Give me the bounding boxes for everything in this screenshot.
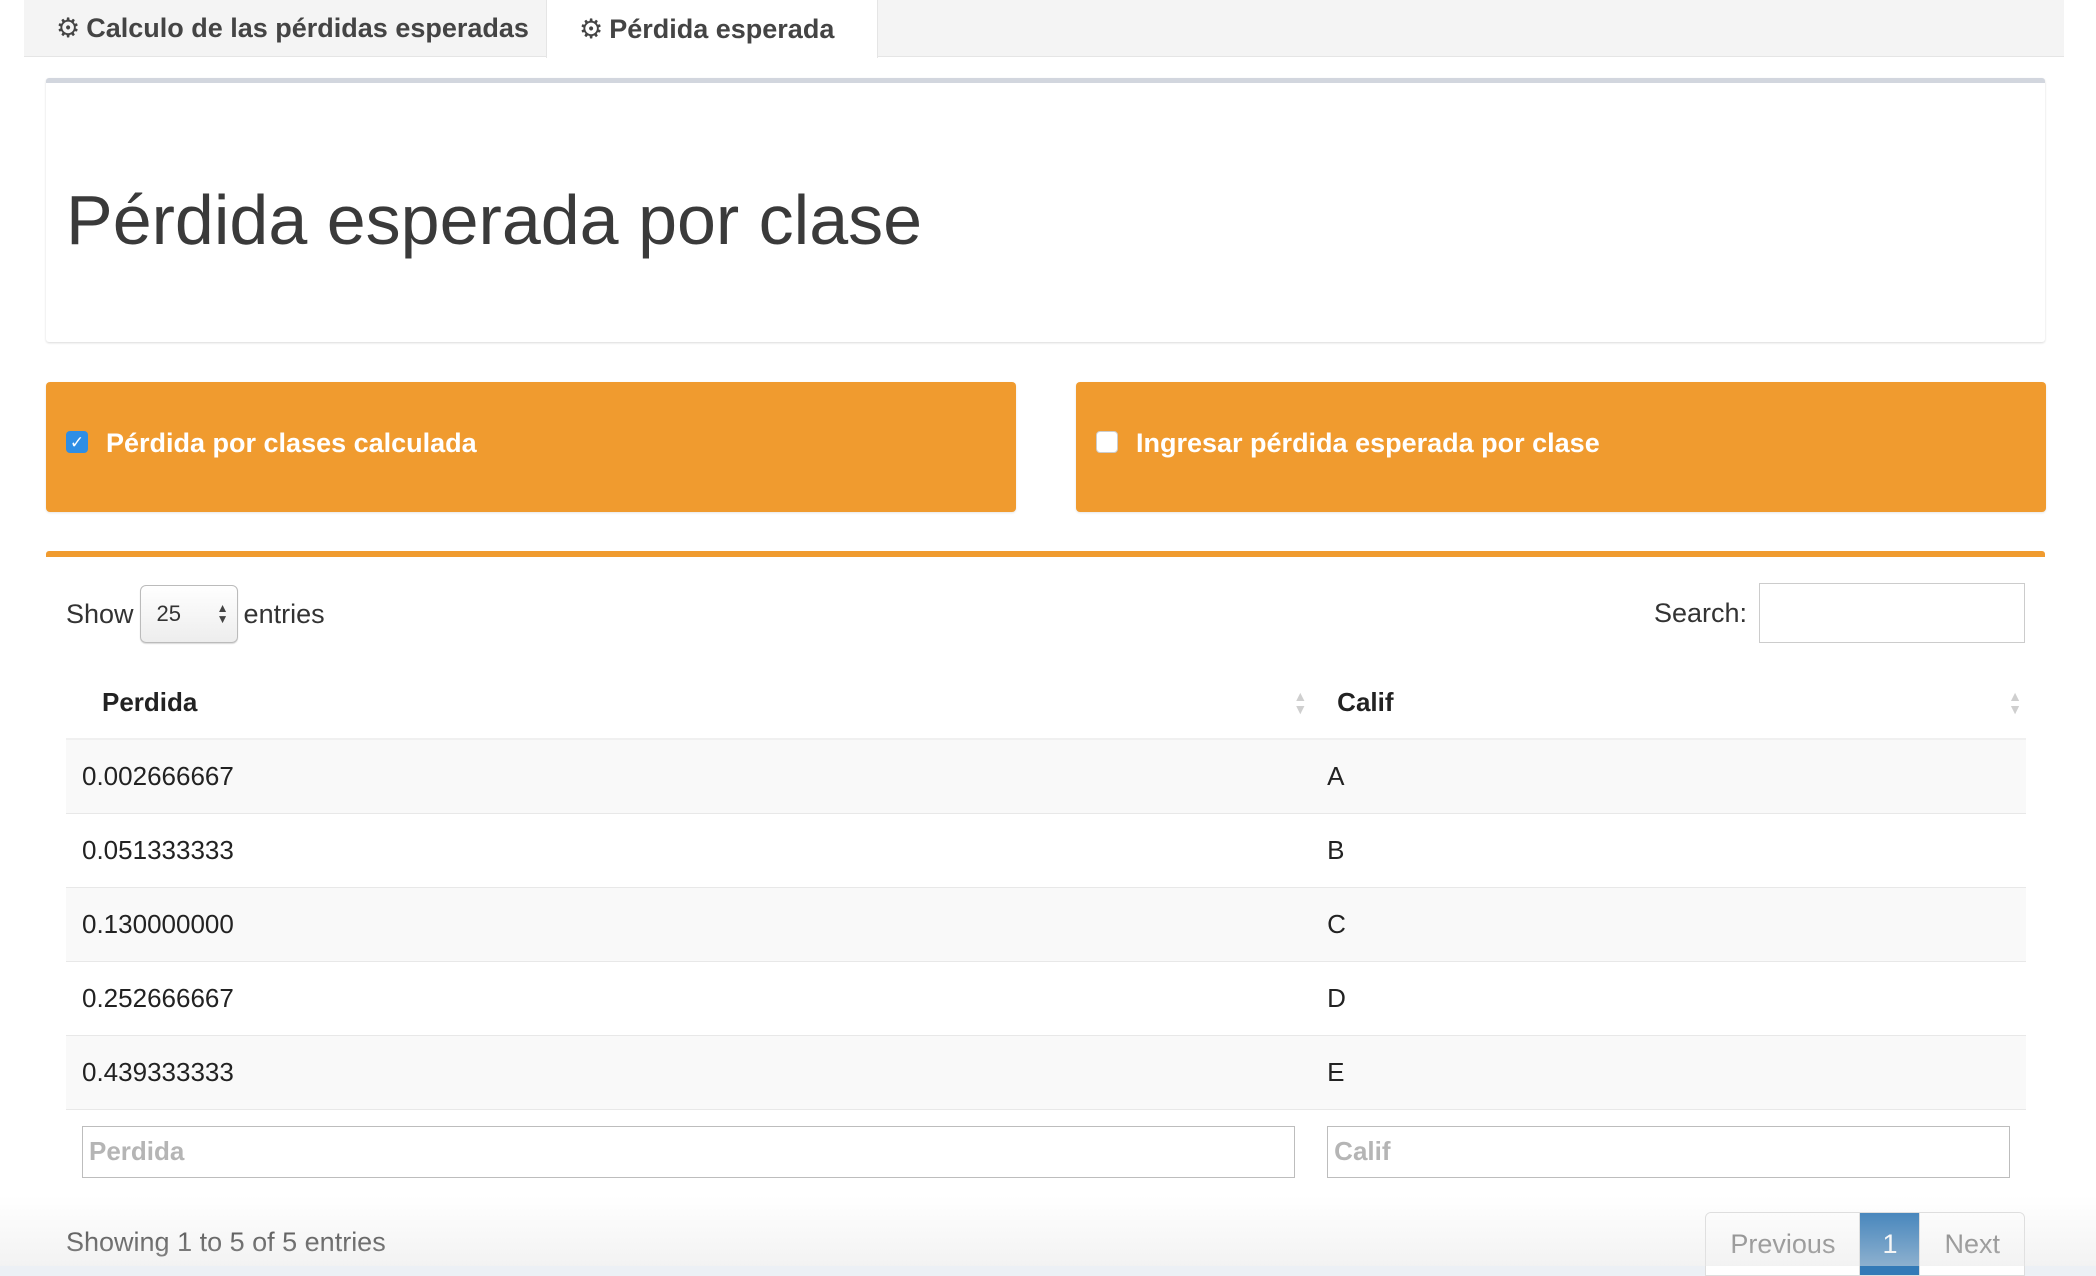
cell-calif: C xyxy=(1311,886,2026,961)
select-arrows-icon: ▲ ▼ xyxy=(216,601,229,626)
table-box: Show 25 ▲ ▼ entries Search: Perdida ▲ ▼ Ca… xyxy=(46,551,2045,1276)
option-calculated-label[interactable]: Pérdida por clases calculada xyxy=(106,428,477,459)
option-calculated-box: ✓ Pérdida por clases calculada xyxy=(46,382,1016,512)
page: ⚙ Calculo de las pérdidas esperadas ⚙ Pé… xyxy=(0,0,2096,1276)
table-row: 0.051333333 B xyxy=(66,812,2026,887)
filter-cell: Perdida xyxy=(66,1108,1312,1181)
cell-perdida: 0.439333333 xyxy=(66,1034,1312,1109)
sort-icon: ▲ ▼ xyxy=(1293,687,1308,717)
cell-calif: B xyxy=(1311,812,2026,887)
tab-calculo[interactable]: ⚙ Calculo de las pérdidas esperadas xyxy=(24,0,546,57)
search-input[interactable] xyxy=(1759,583,2025,643)
cell-perdida: 0.002666667 xyxy=(66,738,1312,813)
table-header-row: Perdida ▲ ▼ Calif ▲ ▼ xyxy=(66,667,2026,740)
cell-calif: A xyxy=(1311,738,2026,813)
page-length-value: 25 xyxy=(156,601,182,626)
tab-bar: ⚙ Calculo de las pérdidas esperadas ⚙ Pé… xyxy=(24,0,2064,58)
column-header-calif[interactable]: Calif ▲ ▼ xyxy=(1311,667,2026,740)
filter-input-perdida[interactable]: Perdida xyxy=(82,1125,1296,1178)
checkbox-manual[interactable] xyxy=(1096,431,1118,453)
show-label: Show xyxy=(66,598,134,629)
page-length-select[interactable]: 25 ▲ ▼ xyxy=(139,585,238,643)
cell-perdida: 0.130000000 xyxy=(66,886,1312,961)
tab-label: Pérdida esperada xyxy=(609,13,835,44)
column-header-label: Calif xyxy=(1337,687,1394,717)
gear-icon: ⚙ xyxy=(579,13,604,44)
tab-perdida-esperada[interactable]: ⚙ Pérdida esperada xyxy=(546,0,878,58)
column-header-perdida[interactable]: Perdida ▲ ▼ xyxy=(66,667,1312,740)
option-manual-label[interactable]: Ingresar pérdida esperada por clase xyxy=(1136,428,1600,459)
filter-cell: Calif xyxy=(1311,1108,2026,1181)
table-row: 0.130000000 C xyxy=(66,886,2026,961)
table-row: 0.252666667 D xyxy=(66,960,2026,1035)
filter-row: Perdida Calif xyxy=(66,1108,2026,1181)
cell-calif: D xyxy=(1311,960,2026,1035)
entries-label: entries xyxy=(243,598,325,629)
cell-perdida: 0.252666667 xyxy=(66,960,1312,1035)
option-manual-box: Ingresar pérdida esperada por clase xyxy=(1076,382,2046,512)
header-box: Pérdida esperada por clase xyxy=(46,78,2045,342)
table-row: 0.439333333 E xyxy=(66,1034,2026,1109)
filter-input-calif[interactable]: Calif xyxy=(1327,1125,2010,1178)
page-title: Pérdida esperada por clase xyxy=(66,181,923,259)
page-length-control: Show 25 ▲ ▼ entries xyxy=(66,585,325,643)
tab-label: Calculo de las pérdidas esperadas xyxy=(86,13,529,43)
search-label: Search: xyxy=(1653,597,1747,628)
pagination: Previous 1 Next xyxy=(1705,1212,2025,1276)
cell-perdida: 0.051333333 xyxy=(66,812,1312,887)
table-row: 0.002666667 A xyxy=(66,738,2026,813)
column-header-label: Perdida xyxy=(102,687,198,717)
cell-calif: E xyxy=(1311,1034,2026,1109)
data-table: Perdida ▲ ▼ Calif ▲ ▼ 0.002666667 A 0.0513… xyxy=(66,667,2026,1181)
search-control: Search: xyxy=(1654,583,2025,643)
gear-icon: ⚙ xyxy=(56,13,81,43)
checkbox-calculated[interactable]: ✓ xyxy=(66,431,88,453)
sort-icon: ▲ ▼ xyxy=(2008,687,2022,717)
table-info: Showing 1 to 5 of 5 entries xyxy=(66,1227,386,1257)
